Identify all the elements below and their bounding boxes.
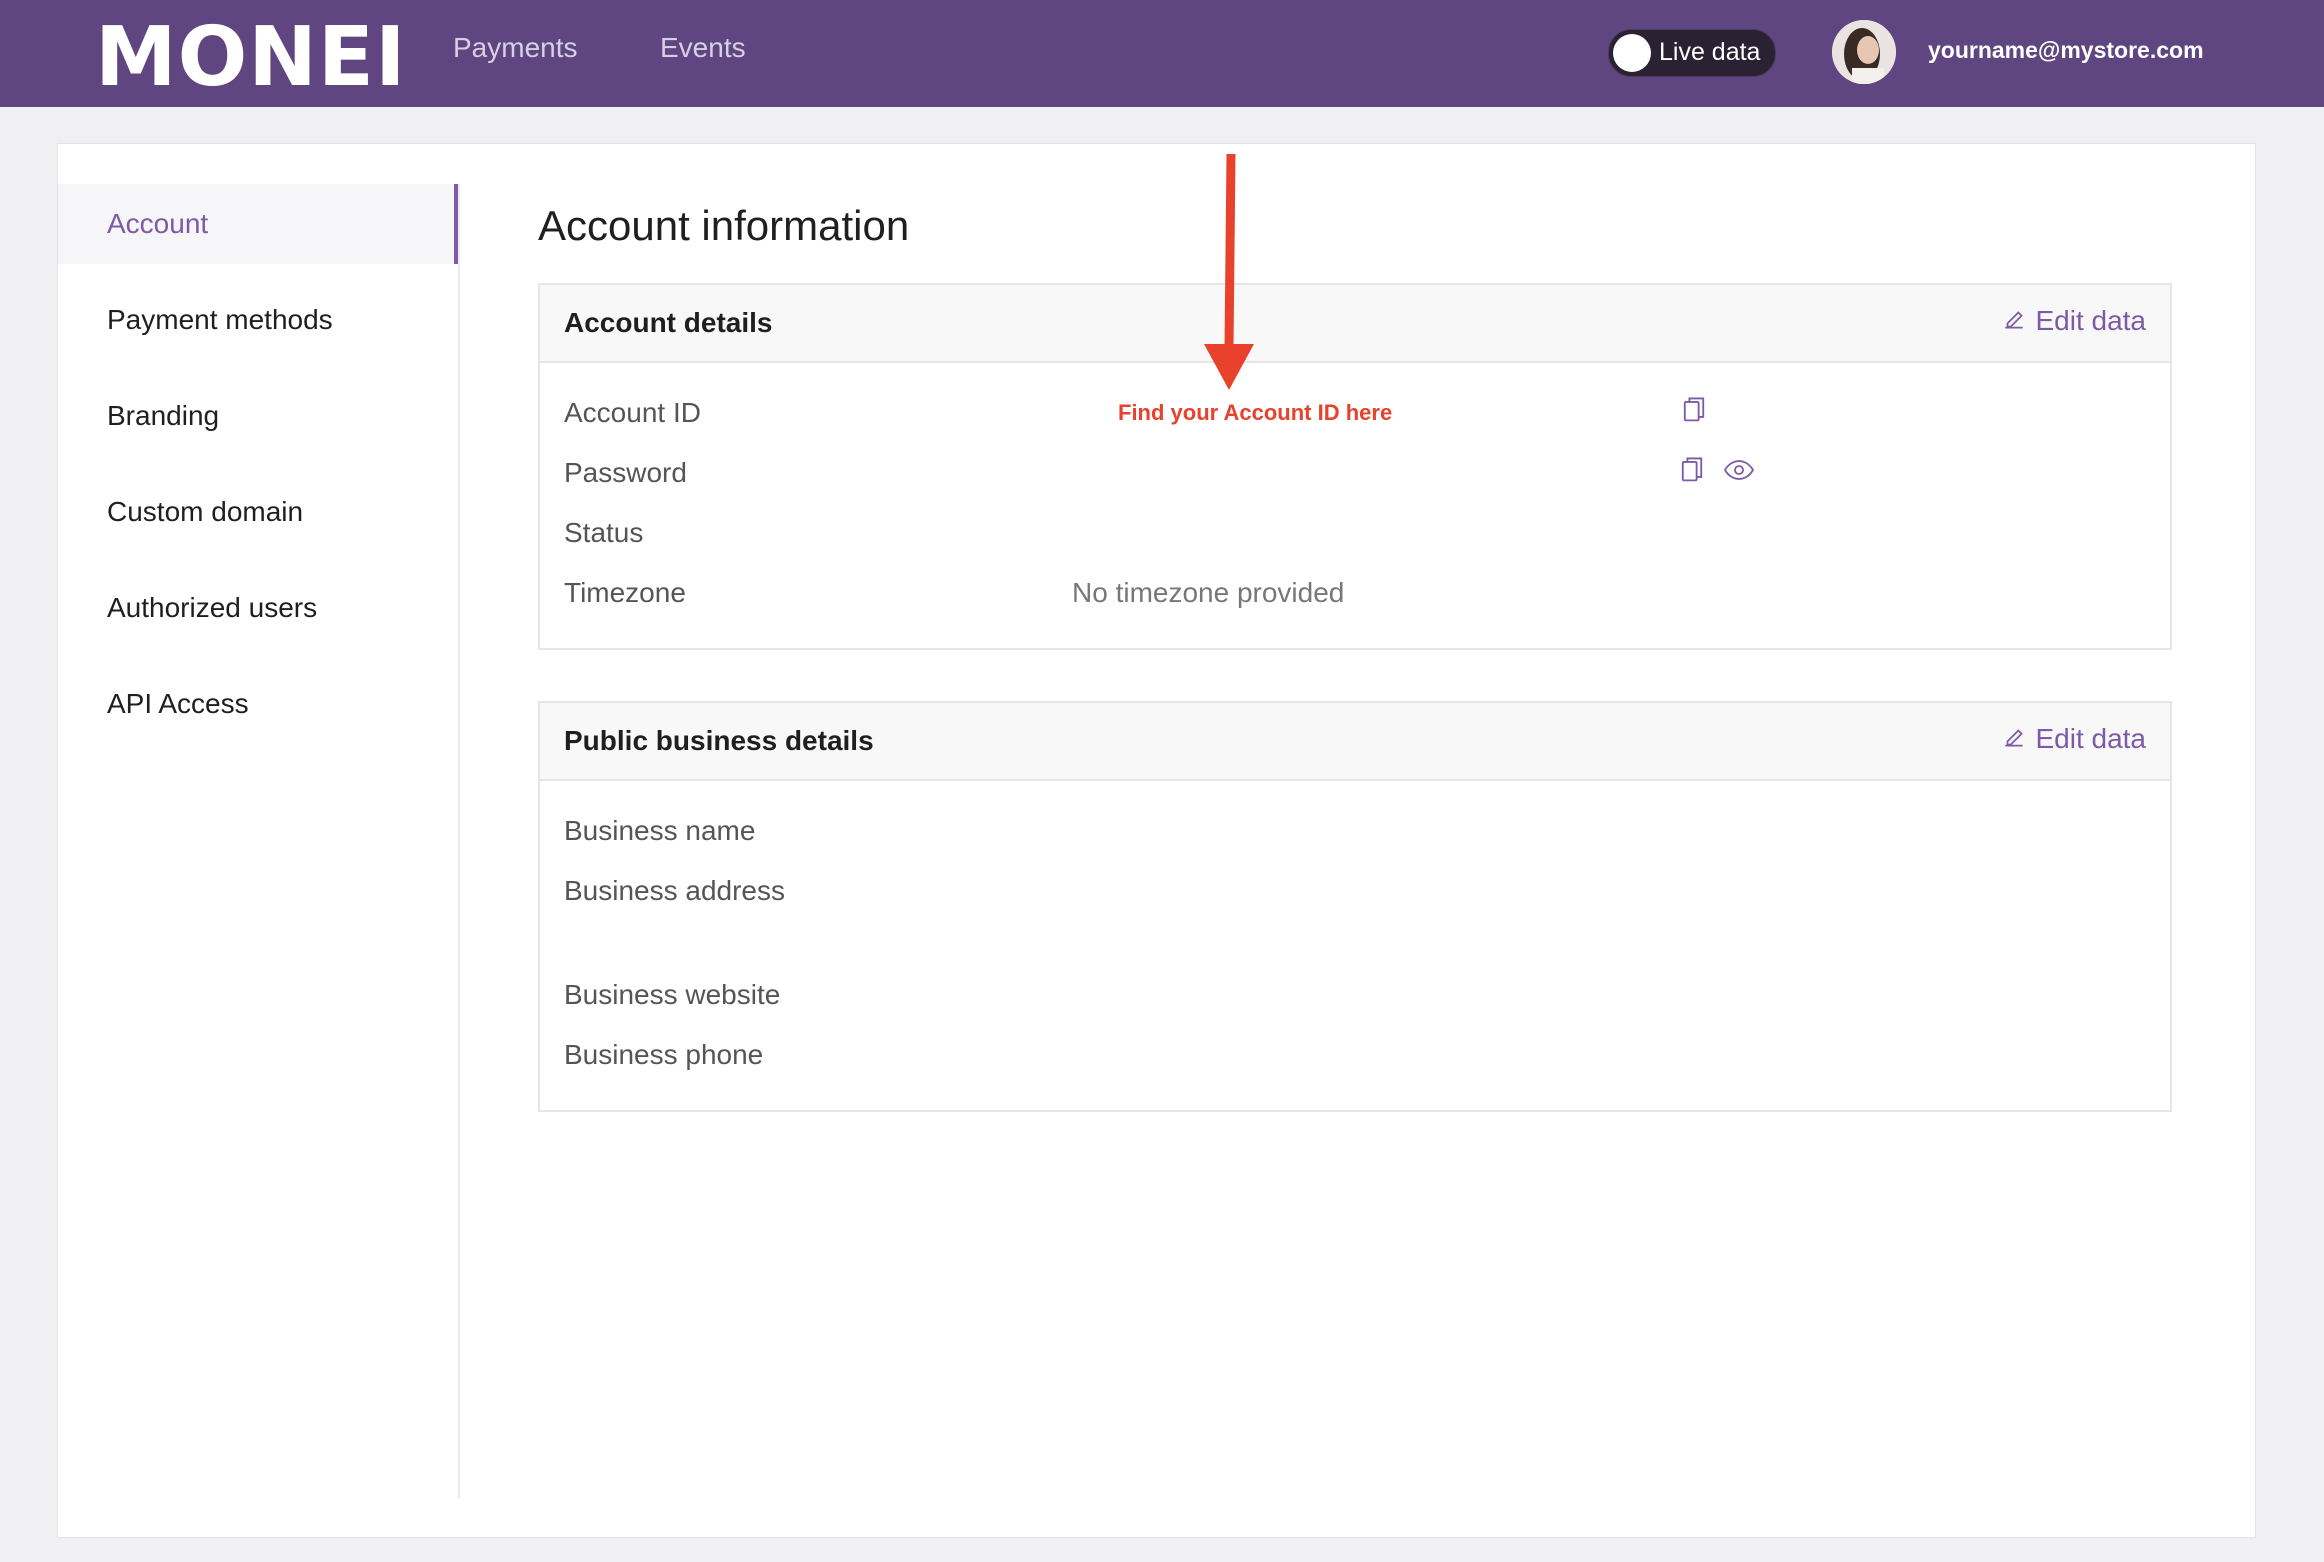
- copy-password-button[interactable]: [1678, 455, 1706, 490]
- nav-events[interactable]: Events: [660, 32, 746, 64]
- toggle-knob: [1613, 34, 1651, 72]
- edit-data-label: Edit data: [2035, 305, 2146, 336]
- pencil-icon: [2005, 311, 2024, 329]
- sidebar-item-authorized-users[interactable]: Authorized users: [58, 568, 458, 648]
- pencil-icon: [2005, 729, 2024, 747]
- edit-data-label: Edit data: [2035, 723, 2146, 754]
- public-business-details-panel: Public business details Edit data Busine…: [538, 701, 2172, 1112]
- business-phone-label: Business phone: [564, 1039, 764, 1070]
- panel-header: Public business details Edit data: [540, 703, 2170, 781]
- sidebar-item-branding[interactable]: Branding: [58, 376, 458, 456]
- settings-sidebar: Account Payment methods Branding Custom …: [58, 184, 460, 1499]
- panel-title: Public business details: [564, 725, 874, 756]
- password-label: Password: [564, 457, 687, 488]
- business-address-label: Business address: [564, 875, 786, 906]
- sidebar-item-account[interactable]: Account: [58, 184, 458, 264]
- top-navigation-bar: MONEI Payments Events Live data yourname…: [0, 0, 2324, 107]
- monei-logo[interactable]: MONEI: [95, 10, 406, 105]
- eye-icon: [1723, 460, 1755, 480]
- annotation-text: Find your Account ID here: [1118, 400, 1393, 425]
- timezone-label: Timezone: [564, 577, 686, 608]
- edit-account-details-button[interactable]: Edit data: [2001, 305, 2146, 337]
- sidebar-item-payment-methods[interactable]: Payment methods: [58, 280, 458, 360]
- settings-card: Account Payment methods Branding Custom …: [57, 143, 2256, 1538]
- live-data-toggle[interactable]: Live data: [1608, 29, 1776, 77]
- annotation-arrow-icon: [1204, 153, 1254, 390]
- panel-title: Account details: [564, 307, 773, 338]
- sidebar-item-custom-domain[interactable]: Custom domain: [58, 472, 458, 552]
- panel-header: Account details Edit data: [540, 285, 2170, 363]
- show-password-button[interactable]: [1723, 457, 1755, 488]
- status-label: Status: [564, 517, 644, 548]
- account-id-label: Account ID: [564, 397, 701, 428]
- sidebar-item-api-access[interactable]: API Access: [58, 664, 458, 744]
- copy-icon: [1683, 397, 1705, 422]
- page-title: Account information: [538, 202, 910, 249]
- user-email[interactable]: yourname@mystore.com: [1928, 37, 2204, 64]
- live-data-label: Live data: [1659, 38, 1761, 66]
- business-name-label: Business name: [564, 815, 756, 846]
- account-details-panel: Account details Edit data Account ID Pas…: [538, 283, 2172, 650]
- copy-icon: [1681, 457, 1703, 482]
- avatar[interactable]: [1832, 20, 1896, 84]
- business-website-label: Business website: [564, 979, 781, 1010]
- nav-payments[interactable]: Payments: [453, 32, 578, 64]
- edit-public-details-button[interactable]: Edit data: [2001, 723, 2146, 755]
- timezone-value: No timezone provided: [1072, 577, 1345, 608]
- copy-account-id-button[interactable]: [1680, 395, 1708, 430]
